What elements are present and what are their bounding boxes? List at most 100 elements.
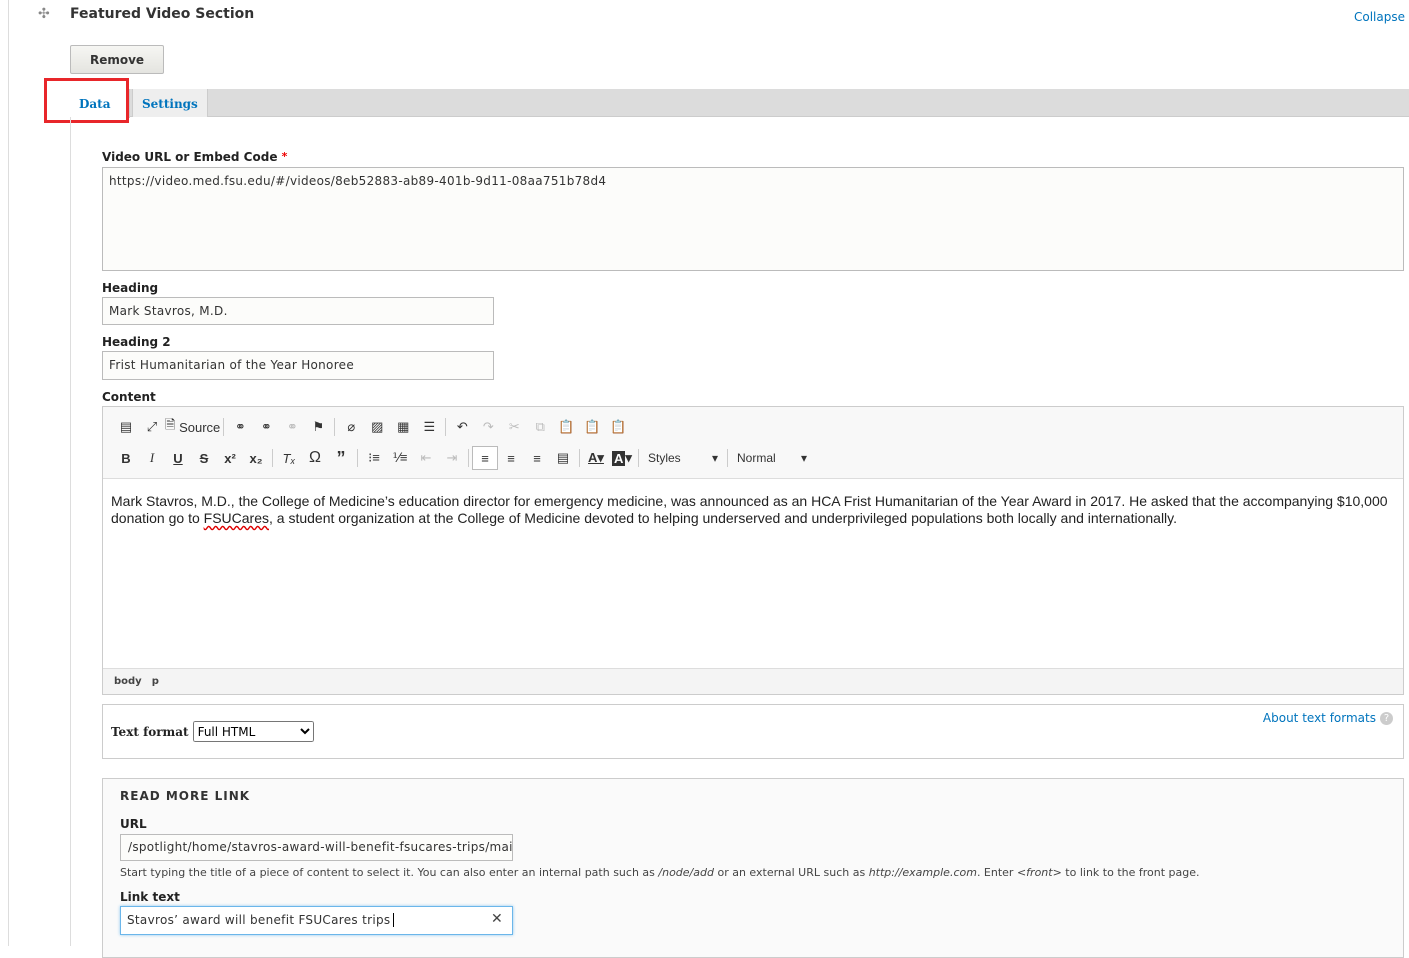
bulleted-list-icon[interactable]: ⁝≡ <box>361 446 387 470</box>
separator <box>638 449 639 467</box>
clear-icon[interactable]: ✕ <box>491 911 503 927</box>
maximize-icon[interactable]: ⤢ <box>139 415 165 439</box>
caret-down-icon: ▾ <box>711 451 718 465</box>
link-icon[interactable]: ⚭ <box>227 415 253 439</box>
separator <box>727 449 728 467</box>
format-dropdown[interactable]: Normal ▾ <box>731 451 813 465</box>
path-p[interactable]: p <box>152 676 159 687</box>
strikethrough-icon[interactable]: S <box>191 446 217 470</box>
help-icon[interactable]: ? <box>1380 711 1393 725</box>
horizontal-rule-icon[interactable]: ☰ <box>416 415 442 439</box>
image-icon[interactable]: ▨ <box>364 415 390 439</box>
format-label: Normal <box>737 451 776 465</box>
remove-button[interactable]: Remove <box>70 45 164 74</box>
tab-bar: Data Settings <box>70 89 1409 118</box>
heading2-input[interactable]: Frist Humanitarian of the Year Honoree <box>102 351 494 380</box>
link-text-input[interactable]: Stavros’ award will benefit FSUCares tri… <box>120 906 513 935</box>
attachment-icon[interactable]: ⌀ <box>338 415 364 439</box>
styles-label: Styles <box>648 451 681 465</box>
source-icon: 🗎 <box>165 417 176 432</box>
align-left-icon[interactable]: ≡ <box>472 446 498 470</box>
help-example: <front> <box>1016 866 1062 879</box>
separator <box>272 449 273 467</box>
numbered-list-icon[interactable]: ⅟≡ <box>387 446 413 470</box>
justify-icon[interactable]: ▤ <box>550 446 576 470</box>
text-format-box: Text format Full HTML About text formats… <box>102 704 1404 759</box>
rich-text-editor: ▤ ⤢ 🗎 Source ⚭ ⚭ ⚭ ⚑ ⌀ ▨ ▦ ☰ ↶ ↷ ✂ ⧉ 📋 📋… <box>102 406 1404 695</box>
remove-format-icon[interactable]: Tₓ <box>276 446 302 470</box>
table-icon[interactable]: ▦ <box>390 415 416 439</box>
element-path: body p <box>103 668 1403 694</box>
read-more-fieldset: READ MORE LINK URL /spotlight/home/stavr… <box>102 778 1404 958</box>
blockquote-icon[interactable]: ” <box>328 446 354 470</box>
copy-icon[interactable]: ⧉ <box>527 415 553 439</box>
italic-icon[interactable]: I <box>139 446 165 470</box>
indent-icon[interactable]: ⇥ <box>439 446 465 470</box>
special-char-icon[interactable]: Ω <box>302 446 328 470</box>
link-text-label: Link text <box>120 890 180 904</box>
undo-icon[interactable]: ↶ <box>449 415 475 439</box>
help-example: http://example.com <box>868 866 977 879</box>
section-title: Featured Video Section <box>70 6 255 22</box>
move-icon[interactable]: ✣ <box>38 6 50 22</box>
link-text-value: Stavros’ award will benefit FSUCares tri… <box>127 913 391 927</box>
required-marker: * <box>281 150 288 163</box>
video-label-text: Video URL or Embed Code <box>102 150 278 164</box>
path-body[interactable]: body <box>114 676 142 687</box>
tab-settings[interactable]: Settings <box>132 89 208 117</box>
caret-down-icon: ▾ <box>800 451 807 465</box>
align-right-icon[interactable]: ≡ <box>524 446 550 470</box>
editor-body[interactable]: Mark Stavros, M.D., the College of Medic… <box>103 479 1403 669</box>
text-format-select[interactable]: Full HTML <box>192 721 314 742</box>
unlink-icon[interactable]: ⚭ <box>279 415 305 439</box>
url-label: URL <box>120 817 147 831</box>
text-color-icon[interactable]: A▾ <box>583 446 609 470</box>
align-center-icon[interactable]: ≡ <box>498 446 524 470</box>
separator <box>579 449 580 467</box>
help-text: . Enter <box>976 866 1017 879</box>
redo-icon[interactable]: ↷ <box>475 415 501 439</box>
underline-icon[interactable]: U <box>165 446 191 470</box>
separator <box>357 449 358 467</box>
text-cursor: ​ <box>393 913 395 927</box>
outdent-icon[interactable]: ⇤ <box>413 446 439 470</box>
heading-label: Heading <box>102 281 159 295</box>
help-example: /node/add <box>658 866 714 879</box>
link-add-icon[interactable]: ⚭ <box>253 415 279 439</box>
text-format-label: Text format <box>111 724 189 739</box>
read-more-legend: READ MORE LINK <box>120 789 251 803</box>
url-help-text: Start typing the title of a piece of con… <box>120 866 1200 879</box>
body-misspelled-word: FSUCares <box>203 510 269 526</box>
separator <box>468 449 469 467</box>
anchor-flag-icon[interactable]: ⚑ <box>305 415 331 439</box>
help-text: or an external URL such as <box>713 866 869 879</box>
video-url-textarea[interactable]: https://video.med.fsu.edu/#/videos/8eb52… <box>102 167 1404 271</box>
separator <box>223 418 225 436</box>
subscript-icon[interactable]: x₂ <box>243 446 269 470</box>
styles-dropdown[interactable]: Styles ▾ <box>642 451 724 465</box>
help-text: Start typing the title of a piece of con… <box>120 866 659 879</box>
background-color-icon[interactable]: A ▾ <box>609 446 635 470</box>
collapse-link[interactable]: Collapse <box>1354 10 1405 24</box>
video-label: Video URL or Embed Code * <box>102 150 287 164</box>
source-button[interactable]: 🗎 Source <box>165 415 220 439</box>
separator <box>334 418 336 436</box>
paste-text-icon[interactable]: 📋 <box>579 415 605 439</box>
body-text: , a student organization at the College … <box>269 510 1178 526</box>
superscript-icon[interactable]: x² <box>217 446 243 470</box>
page-border <box>8 0 9 946</box>
about-text-formats-link[interactable]: About text formats <box>1263 711 1376 725</box>
source-label: Source <box>179 419 221 435</box>
paste-word-icon[interactable]: 📋 <box>605 415 631 439</box>
url-input[interactable]: /spotlight/home/stavros-award-will-benef… <box>120 834 513 861</box>
heading2-label: Heading 2 <box>102 335 171 349</box>
separator <box>445 418 447 436</box>
help-text: to link to the front page. <box>1061 866 1200 879</box>
paste-icon[interactable]: 📋 <box>553 415 579 439</box>
show-blocks-icon[interactable]: ▤ <box>113 415 139 439</box>
heading-input[interactable]: Mark Stavros, M.D. <box>102 297 494 325</box>
bold-icon[interactable]: B <box>113 446 139 470</box>
cut-icon[interactable]: ✂ <box>501 415 527 439</box>
content-label: Content <box>102 390 156 404</box>
editor-toolbar: ▤ ⤢ 🗎 Source ⚭ ⚭ ⚭ ⚑ ⌀ ▨ ▦ ☰ ↶ ↷ ✂ ⧉ 📋 📋… <box>103 407 1403 479</box>
